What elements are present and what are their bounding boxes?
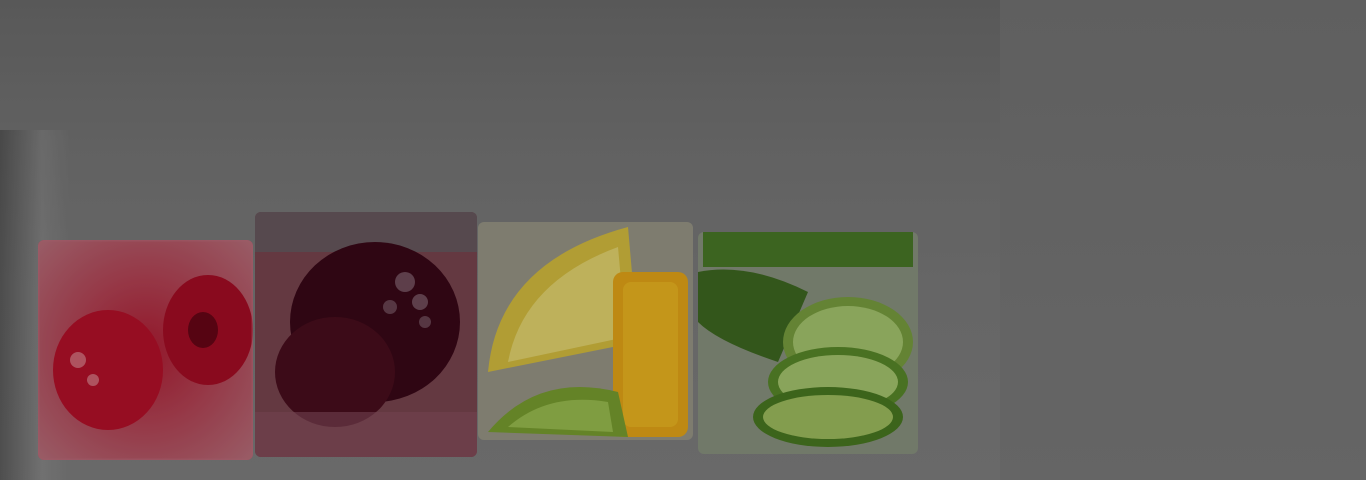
hero-banner: [0, 0, 1366, 480]
cucumber-mint-ice-cube: [698, 232, 918, 454]
lemon-lime-ice-cube: [478, 222, 693, 440]
hero-side-panel: [1000, 0, 1366, 480]
hero-background-photo: [0, 0, 1000, 480]
blackberry-ice-cube: [255, 212, 477, 457]
raspberry-ice-cube: [38, 240, 253, 460]
